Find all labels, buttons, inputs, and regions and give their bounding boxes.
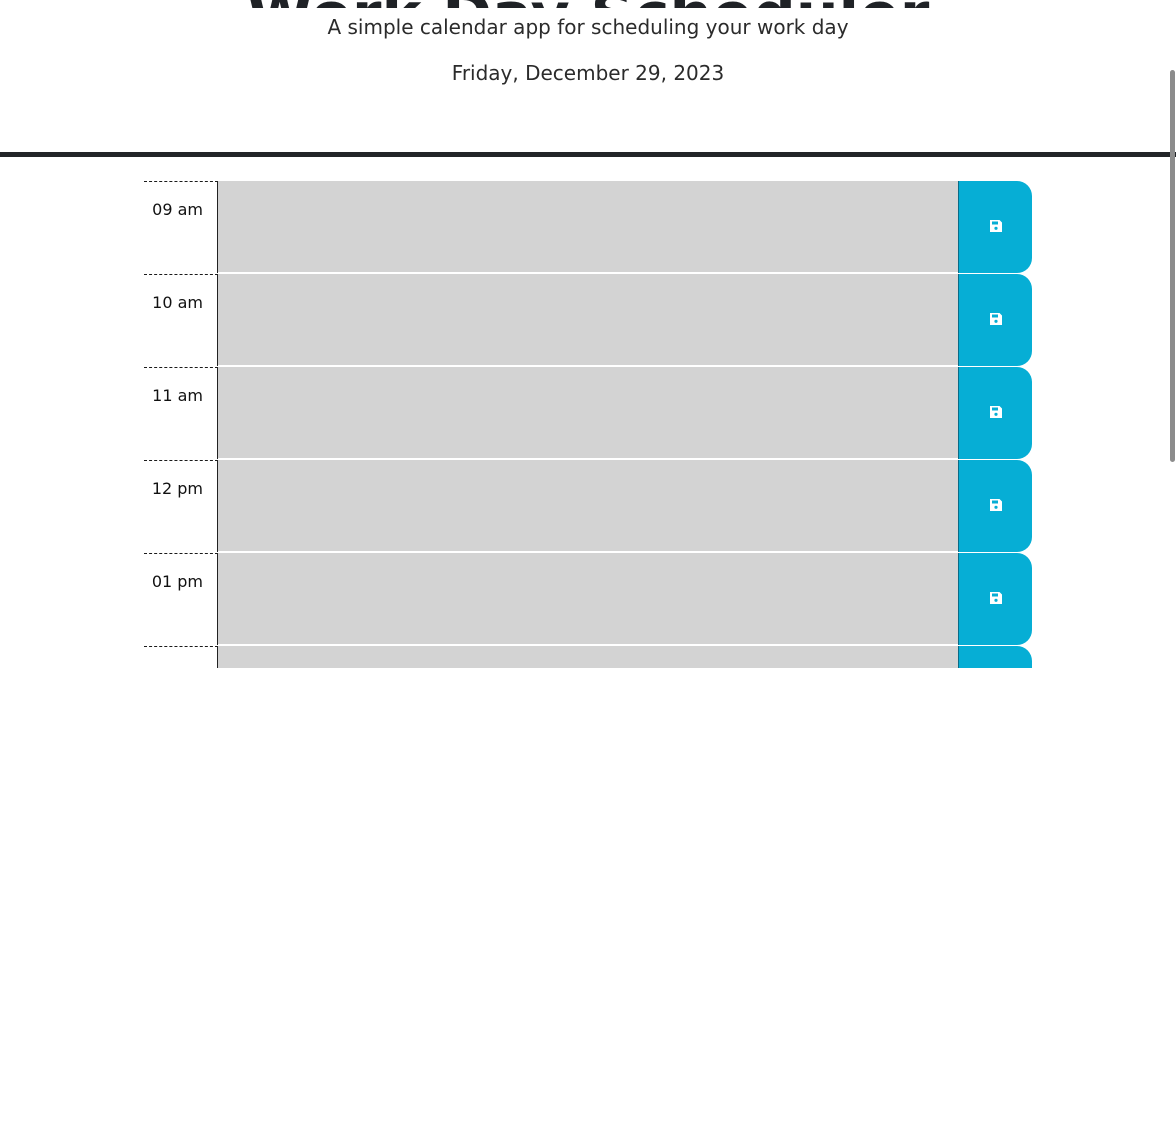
time-block: 12 pm <box>144 460 1032 553</box>
page: Work Day Scheduler A simple calendar app… <box>0 0 1176 1136</box>
save-button[interactable] <box>958 274 1032 366</box>
header-divider <box>0 152 1176 157</box>
time-block: 11 am <box>144 367 1032 460</box>
save-icon <box>989 219 1003 236</box>
time-block-container: 09 am 10 am 11 am 12 pm 01 pm <box>144 181 1032 668</box>
scrollbar[interactable] <box>1168 70 1176 462</box>
description-input[interactable] <box>218 646 958 668</box>
time-block: 01 pm <box>144 553 1032 646</box>
save-button[interactable] <box>958 367 1032 459</box>
hour-label: 11 am <box>144 367 218 459</box>
description-input[interactable] <box>218 367 958 459</box>
time-block: 09 am <box>144 181 1032 274</box>
description-input[interactable] <box>218 274 958 366</box>
hour-label <box>144 646 218 668</box>
save-icon <box>989 312 1003 329</box>
time-block: 10 am <box>144 274 1032 367</box>
title-clip: Work Day Scheduler <box>0 0 1176 8</box>
save-button[interactable] <box>958 553 1032 645</box>
time-block <box>144 646 1032 668</box>
save-icon <box>989 591 1003 608</box>
hour-label: 09 am <box>144 181 218 273</box>
page-subtitle: A simple calendar app for scheduling you… <box>327 15 849 39</box>
scrollbar-thumb[interactable] <box>1170 70 1175 462</box>
save-button[interactable] <box>958 181 1032 273</box>
save-icon <box>989 405 1003 422</box>
description-input[interactable] <box>218 181 958 273</box>
save-button[interactable] <box>958 646 1032 668</box>
save-button[interactable] <box>958 460 1032 552</box>
description-input[interactable] <box>218 553 958 645</box>
save-icon <box>989 498 1003 515</box>
page-title: Work Day Scheduler <box>0 0 1176 8</box>
hour-label: 10 am <box>144 274 218 366</box>
hour-label: 12 pm <box>144 460 218 552</box>
hour-label: 01 pm <box>144 553 218 645</box>
description-input[interactable] <box>218 460 958 552</box>
current-day: Friday, December 29, 2023 <box>451 61 725 85</box>
